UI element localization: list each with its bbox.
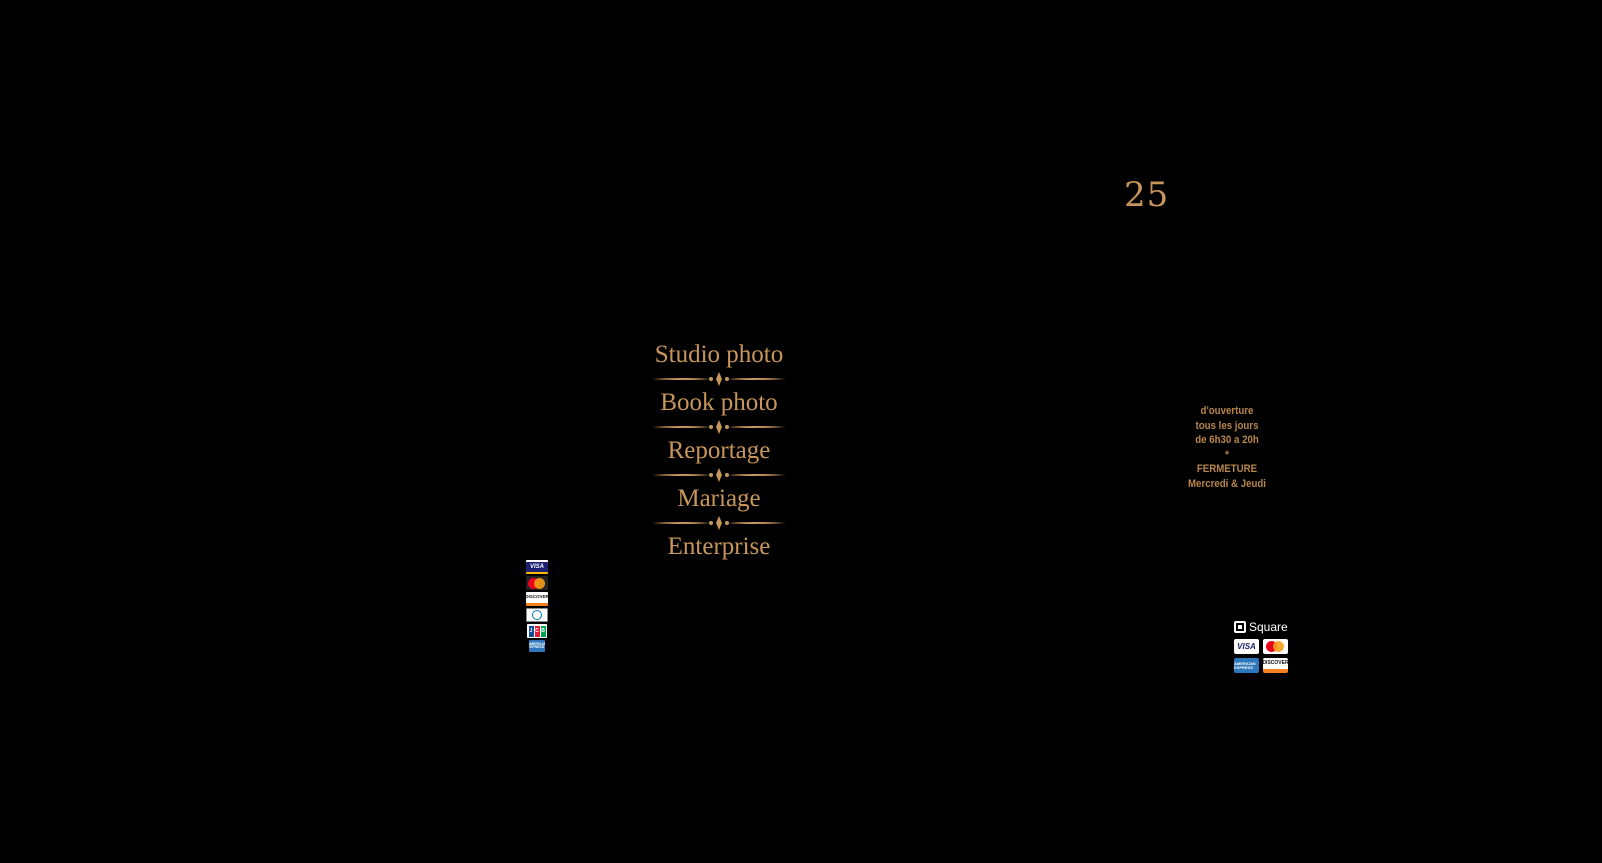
discover-card-icon: DISCOVER: [526, 592, 548, 606]
visa-card-icon: VISA: [1234, 639, 1259, 654]
square-icon: [1234, 621, 1246, 633]
jcb-card-icon: JCB: [527, 624, 547, 638]
square-card-grid: VISA AMERICAN EXPRESS DISCOVER: [1234, 639, 1292, 673]
hours-separator: *: [1225, 448, 1229, 461]
amex-card-icon: AMERICAN EXPRESS: [1234, 658, 1259, 673]
ornament-divider: [652, 516, 786, 530]
discover-card-icon: DISCOVER: [1263, 658, 1288, 673]
menu-item-studio-photo[interactable]: Studio photo: [655, 340, 784, 370]
menu-item-enterprise[interactable]: Enterprise: [668, 532, 771, 562]
diners-club-icon: [526, 608, 548, 622]
amex-card-icon: AMERICAN EXPRESS: [529, 640, 545, 652]
square-label: Square: [1249, 620, 1288, 634]
opening-hours: d'ouverture tous les jours de 6h30 a 20h…: [1175, 404, 1279, 491]
ornament-divider: [652, 468, 786, 482]
ornament-divider: [652, 420, 786, 434]
square-payments: Square VISA AMERICAN EXPRESS DISCOVER: [1234, 620, 1292, 673]
ornament-divider: [652, 372, 786, 386]
mastercard-icon: [526, 576, 548, 590]
hours-line-closing-days: Mercredi & Jeudi: [1187, 477, 1266, 490]
menu-item-reportage[interactable]: Reportage: [668, 436, 771, 466]
mastercard-icon: [1263, 639, 1288, 654]
main-menu: Studio photo Book photo Reportage Mariag…: [646, 340, 792, 562]
square-logo: Square: [1234, 620, 1292, 634]
hours-line-closing-title: FERMETURE: [1196, 463, 1258, 475]
hours-line-time: de 6h30 a 20h: [1195, 434, 1259, 446]
menu-item-mariage[interactable]: Mariage: [677, 484, 760, 514]
hours-line-days: tous les jours: [1195, 419, 1259, 432]
featured-number: 25: [1124, 175, 1170, 215]
visa-card-icon: VISA: [526, 560, 548, 574]
hours-line-opening: d'ouverture: [1200, 405, 1254, 417]
menu-item-book-photo[interactable]: Book photo: [660, 388, 777, 418]
accepted-cards-left: VISA DISCOVER JCB AMERICAN EXPRESS: [525, 560, 549, 652]
